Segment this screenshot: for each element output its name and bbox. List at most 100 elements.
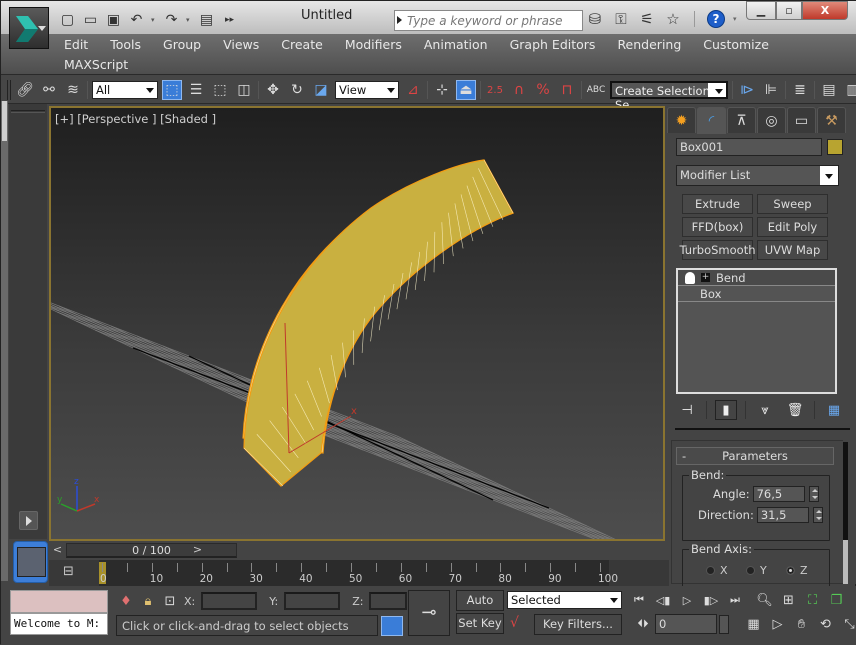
lightbulb-icon[interactable]	[685, 272, 695, 284]
zoom-extents-icon[interactable]: ⛶	[803, 591, 822, 610]
application-menu-button[interactable]	[9, 7, 49, 49]
motion-tab[interactable]: ◎	[757, 107, 786, 133]
toolbar-grip[interactable]	[7, 80, 11, 100]
prev-frame-button[interactable]: <	[49, 543, 66, 558]
modifier-button-ffd-box-[interactable]: FFD(box)	[682, 217, 753, 237]
modifier-stack-item[interactable]: +Bend	[678, 270, 835, 286]
key-mode-toggle-icon[interactable]: ⏴⏵	[633, 614, 653, 634]
orbit-icon[interactable]: ⟲	[816, 615, 835, 634]
viewport-label[interactable]: [+] [Perspective ] [Shaded ]	[55, 112, 216, 126]
scene-explorer-icon[interactable]: ▤	[819, 80, 839, 100]
search-input[interactable]: Type a keyword or phrase	[394, 10, 583, 31]
modifier-button-edit-poly[interactable]: Edit Poly	[757, 217, 828, 237]
pin-stack-icon[interactable]: ⊣	[676, 400, 698, 420]
curve-editor-toggle-icon[interactable]: ⊟	[63, 564, 81, 582]
more-icon[interactable]: ▸▸	[221, 12, 238, 28]
star-icon[interactable]: ☆	[664, 10, 682, 28]
scrollbar-thumb[interactable]	[843, 540, 848, 584]
modifier-button-turbosmooth[interactable]: TurboSmooth	[682, 240, 753, 260]
scrollbar-thumb[interactable]	[2, 101, 7, 141]
selection-filter-dropdown[interactable]: All	[92, 81, 158, 99]
zoom-all-icon[interactable]: ⊞	[779, 591, 798, 610]
axis-x-radio[interactable]: X	[706, 564, 728, 577]
satellite-icon[interactable]: ⚟	[638, 10, 656, 28]
direction-input[interactable]: 31,5	[757, 507, 809, 523]
adaptive-degradation-button[interactable]	[381, 616, 403, 636]
direction-spinner[interactable]	[813, 507, 823, 523]
select-manipulate-icon[interactable]: ⊹	[432, 80, 452, 100]
modifier-button-extrude[interactable]: Extrude	[682, 194, 753, 214]
angle-spinner[interactable]	[809, 486, 819, 502]
angle-snap-icon[interactable]: ∩	[509, 80, 529, 100]
snaps-toggle-icon[interactable]: 2.5	[485, 80, 505, 100]
keyboard-shortcut-override-icon[interactable]: ⏏	[456, 80, 476, 100]
maximize-viewport-icon[interactable]: ⤡	[840, 615, 856, 634]
edit-named-selection-icon[interactable]: ABC	[586, 80, 606, 100]
hierarchy-tab[interactable]: ⊼	[727, 107, 756, 133]
reference-coordinate-dropdown[interactable]: View	[335, 81, 399, 99]
create-tab[interactable]: ✹	[667, 107, 696, 133]
toolbar-grip[interactable]	[11, 110, 45, 113]
command-panel-scrollbar[interactable]	[843, 442, 848, 584]
timeline-ruler[interactable]: 0102030405060708090100	[99, 560, 609, 586]
expand-arrow-icon[interactable]	[397, 16, 402, 24]
remove-modifier-icon[interactable]: 🗑︎	[784, 400, 806, 420]
left-scrollbar[interactable]	[1, 101, 8, 581]
perspective-viewport[interactable]: xzyx [+] [Perspective ] [Shaded ]	[49, 106, 665, 541]
link-icon[interactable]: 🔗︎	[15, 80, 35, 100]
menu-item-customize[interactable]: Customize	[703, 36, 791, 56]
menu-item-group[interactable]: Group	[163, 36, 223, 56]
named-selection-dropdown[interactable]: Create Selection Se	[610, 81, 728, 99]
maxscript-listener-output[interactable]	[10, 590, 108, 613]
menu-item-animation[interactable]: Animation	[424, 36, 510, 56]
redo-dropdown-icon[interactable]: ▾	[186, 16, 192, 24]
viewport-layout-button[interactable]	[13, 541, 48, 583]
undo-icon[interactable]: ↶	[128, 12, 145, 28]
help-icon[interactable]: ?	[707, 10, 725, 28]
utilities-tab[interactable]: ⚒	[817, 107, 846, 133]
menu-item-maxscript[interactable]: MAXScript	[64, 56, 150, 76]
menu-item-modifiers[interactable]: Modifiers	[345, 36, 424, 56]
absolute-offset-icon[interactable]: ⊡	[162, 593, 178, 609]
mirror-icon[interactable]: ⧐	[737, 80, 757, 100]
selection-lock-icon[interactable]: 🔒︎	[140, 593, 156, 609]
rectangular-selection-icon[interactable]: ⬚	[210, 80, 230, 100]
time-configuration-icon[interactable]: ▦	[744, 615, 763, 634]
binoculars-icon[interactable]: ⛁	[586, 10, 604, 28]
play-icon[interactable]: ▷	[677, 592, 697, 608]
minimize-button[interactable]: ▁	[746, 1, 776, 20]
go-to-end-icon[interactable]: ⏭	[725, 592, 745, 608]
angle-input[interactable]: 76,5	[753, 486, 805, 502]
move-icon[interactable]: ✥	[263, 80, 283, 100]
key-tangent-icon[interactable]: √	[510, 615, 530, 635]
make-unique-icon[interactable]: ⩔	[754, 400, 776, 420]
display-tab[interactable]: ▭	[787, 107, 816, 133]
menu-item-rendering[interactable]: Rendering	[617, 36, 703, 56]
y-coordinate-field[interactable]	[284, 592, 340, 610]
z-coordinate-field[interactable]	[369, 592, 407, 610]
isolate-selection-icon[interactable]: ♦	[118, 593, 134, 609]
menu-item-edit[interactable]: Edit	[64, 36, 110, 56]
select-by-name-icon[interactable]: ☰	[186, 80, 206, 100]
x-coordinate-field[interactable]	[201, 592, 257, 610]
redo-icon[interactable]: ↷	[163, 12, 180, 28]
maximize-button[interactable]: ▫	[776, 1, 802, 20]
modify-tab[interactable]: ◜	[697, 107, 726, 134]
time-slider-thumb[interactable]: 0 / 100	[66, 543, 237, 558]
menu-item-graph-editors[interactable]: Graph Editors	[510, 36, 618, 56]
select-object-icon[interactable]: ⬚	[162, 80, 182, 100]
align-icon[interactable]: ⊫	[761, 80, 781, 100]
configure-modifier-sets-icon[interactable]: ▦	[823, 400, 845, 420]
bind-space-warp-icon[interactable]: ≋	[63, 80, 83, 100]
rotate-icon[interactable]: ↻	[287, 80, 307, 100]
modifier-button-uvw-map[interactable]: UVW Map	[757, 240, 828, 260]
key-filters-button[interactable]: Key Filters...	[534, 614, 622, 635]
parameters-rollout-header[interactable]: - Parameters	[676, 447, 834, 465]
pivot-center-icon[interactable]: ⊿	[403, 80, 423, 100]
next-frame-icon[interactable]: ▮▷	[701, 592, 721, 608]
object-color-swatch[interactable]	[827, 139, 843, 155]
auto-key-button[interactable]: Auto Key	[456, 590, 504, 611]
next-frame-button[interactable]: >	[189, 543, 206, 558]
help-dropdown-icon[interactable]: ▾	[733, 15, 737, 23]
menu-item-views[interactable]: Views	[223, 36, 281, 56]
